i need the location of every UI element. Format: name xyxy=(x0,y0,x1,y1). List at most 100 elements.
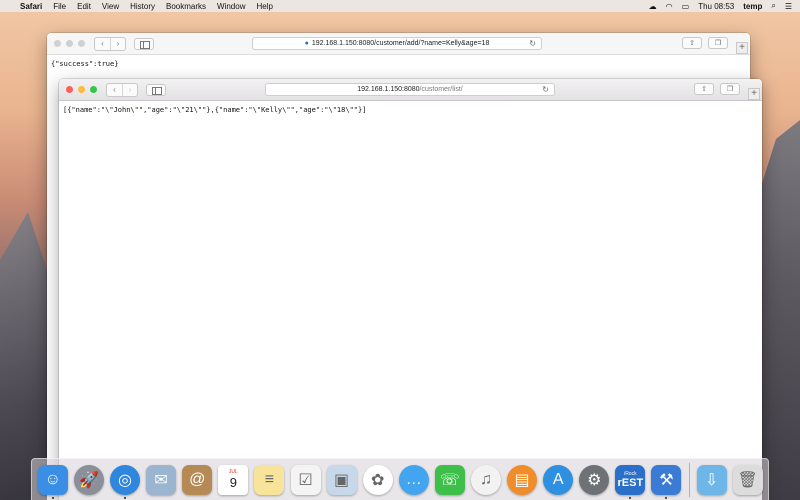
dock-item-facetime[interactable]: ☏ xyxy=(434,462,466,498)
rest-client-icon: iRock rEST xyxy=(615,464,646,495)
dock-item-mail[interactable]: ✉ xyxy=(145,462,177,498)
forward-icon[interactable]: › xyxy=(110,37,125,50)
tabs-overview-icon[interactable]: ❐ xyxy=(720,83,740,95)
menu-file[interactable]: File xyxy=(53,2,66,11)
toolbar: ‹ › 192.168.1.150:8080/customer/list/ ↻ … xyxy=(59,79,762,101)
window-controls xyxy=(66,86,97,93)
dock-item-safari[interactable]: ◎ xyxy=(109,462,141,499)
dock-item-itunes[interactable]: ♫ xyxy=(470,462,502,498)
dock-item-downloads[interactable]: ⇩ xyxy=(696,462,728,498)
safari-icon: ◎ xyxy=(110,464,141,495)
downloads-icon: ⇩ xyxy=(696,464,727,495)
share-icon[interactable]: ⇧ xyxy=(694,83,714,95)
battery-icon[interactable]: ▭ xyxy=(682,2,690,11)
rest-app-label: rEST xyxy=(617,476,644,489)
running-indicator xyxy=(665,496,668,499)
wifi-icon[interactable]: ◠ xyxy=(666,2,673,11)
running-indicator xyxy=(51,496,54,499)
spotlight-icon[interactable]: ⌕ xyxy=(771,1,775,11)
itunes-icon: ♫ xyxy=(470,464,501,495)
dock-item-system-preferences[interactable]: ⚙ xyxy=(578,462,610,498)
safari-window-front[interactable]: ‹ › 192.168.1.150:8080/customer/list/ ↻ … xyxy=(59,79,762,500)
forward-icon[interactable]: › xyxy=(122,83,137,96)
status-area: ☁ ◠ ▭ Thu 08:53 temp ⌕ ☰ xyxy=(649,1,792,11)
app-menu[interactable]: Safari xyxy=(20,2,42,11)
notification-center-icon[interactable]: ☰ xyxy=(785,2,792,11)
menu-clock[interactable]: Thu 08:53 xyxy=(698,2,734,11)
dock: ☺ 🚀 ◎ ✉ @ JUL 9 ≡ ☑ ▣ ✿… ☏ ♫ ▤ A ⚙ iRock rEST ⚒ ⇩ 🗑 xyxy=(31,458,769,500)
zoom-button[interactable] xyxy=(90,86,97,93)
menu-bookmarks[interactable]: Bookmarks xyxy=(166,2,206,11)
dock-item-trash[interactable]: 🗑 xyxy=(732,462,764,498)
sidebar-icon[interactable] xyxy=(134,37,154,50)
globe-icon: ● xyxy=(304,40,309,47)
dock-item-app-store[interactable]: A xyxy=(542,462,574,498)
toolbar: ‹ › ● 192.168.1.150:8080/customer/add/?n… xyxy=(47,33,750,55)
running-indicator xyxy=(629,496,632,499)
toolbar-right: ⇧ ❐ xyxy=(694,83,740,95)
trash-icon: 🗑 xyxy=(732,464,763,495)
menu-edit[interactable]: Edit xyxy=(77,2,91,11)
toolbar-right: ⇧ ❐ xyxy=(682,37,728,49)
finder-icon: ☺ xyxy=(37,464,68,495)
new-tab-icon[interactable]: + xyxy=(736,42,748,54)
new-tab-icon[interactable]: + xyxy=(748,88,760,100)
dock-item-xcode[interactable]: ⚒ xyxy=(651,462,683,499)
url-host: 192.168.1.150:8080 xyxy=(357,86,420,93)
xcode-icon: ⚒ xyxy=(651,464,682,495)
calendar-day: 9 xyxy=(229,475,237,490)
notes-icon: ≡ xyxy=(254,464,285,495)
dock-item-finder[interactable]: ☺ xyxy=(37,462,69,499)
dock-item-preview[interactable]: ▣ xyxy=(326,462,358,498)
menu-help[interactable]: Help xyxy=(256,2,272,11)
nav-buttons: ‹ › xyxy=(106,82,138,97)
dock-item-calendar[interactable]: JUL 9 xyxy=(217,462,249,498)
minimize-button[interactable] xyxy=(66,40,73,47)
dock-item-notes[interactable]: ≡ xyxy=(254,462,286,498)
back-icon[interactable]: ‹ xyxy=(95,38,110,50)
preview-icon: ▣ xyxy=(326,464,357,495)
dock-separator xyxy=(688,462,690,497)
minimize-button[interactable] xyxy=(78,86,85,93)
dock-item-contacts[interactable]: @ xyxy=(181,462,213,498)
user-menu[interactable]: temp xyxy=(743,2,762,11)
address-bar[interactable]: ● 192.168.1.150:8080/customer/add/?name=… xyxy=(252,37,542,50)
tabs-overview-icon[interactable]: ❐ xyxy=(708,37,728,49)
dock-item-photos[interactable]: ✿ xyxy=(362,462,394,498)
icloud-icon[interactable]: ☁ xyxy=(649,2,657,11)
reminders-icon: ☑ xyxy=(290,464,321,495)
window-controls xyxy=(54,40,85,47)
mail-icon: ✉ xyxy=(146,464,177,495)
url-text: 192.168.1.150:8080/customer/add/?name=Ke… xyxy=(311,40,490,47)
calendar-icon: JUL 9 xyxy=(218,464,249,495)
system-preferences-icon: ⚙ xyxy=(579,464,610,495)
dock-item-rest-client[interactable]: iRock rEST xyxy=(615,462,647,499)
close-button[interactable] xyxy=(66,86,73,93)
ibooks-icon: ▤ xyxy=(507,464,538,495)
menu-window[interactable]: Window xyxy=(217,2,245,11)
reload-icon[interactable]: ↻ xyxy=(542,85,549,94)
menu-view[interactable]: View xyxy=(102,2,119,11)
sidebar-icon[interactable] xyxy=(146,83,166,96)
page-body: [{"name":"\"John\"","age":"\"21\""},{"na… xyxy=(63,106,367,114)
dock-item-ibooks[interactable]: ▤ xyxy=(506,462,538,498)
contacts-icon: @ xyxy=(182,464,213,495)
reload-icon[interactable]: ↻ xyxy=(529,39,536,48)
menu-bar: Safari File Edit View History Bookmarks … xyxy=(0,0,800,12)
launchpad-icon: 🚀 xyxy=(73,464,104,495)
page-body: {"success":true} xyxy=(51,60,119,68)
menu-history[interactable]: History xyxy=(130,2,155,11)
photos-icon: ✿ xyxy=(362,464,393,495)
app-store-icon: A xyxy=(543,464,574,495)
running-indicator xyxy=(124,496,127,499)
dock-item-messages[interactable]: … xyxy=(398,462,430,498)
messages-icon: … xyxy=(398,464,429,495)
zoom-button[interactable] xyxy=(78,40,85,47)
address-bar[interactable]: 192.168.1.150:8080/customer/list/ ↻ xyxy=(265,83,555,96)
back-icon[interactable]: ‹ xyxy=(107,84,122,96)
close-button[interactable] xyxy=(54,40,61,47)
share-icon[interactable]: ⇧ xyxy=(682,37,702,49)
dock-item-launchpad[interactable]: 🚀 xyxy=(73,462,105,498)
dock-item-reminders[interactable]: ☑ xyxy=(290,462,322,498)
nav-buttons: ‹ › xyxy=(94,36,126,51)
